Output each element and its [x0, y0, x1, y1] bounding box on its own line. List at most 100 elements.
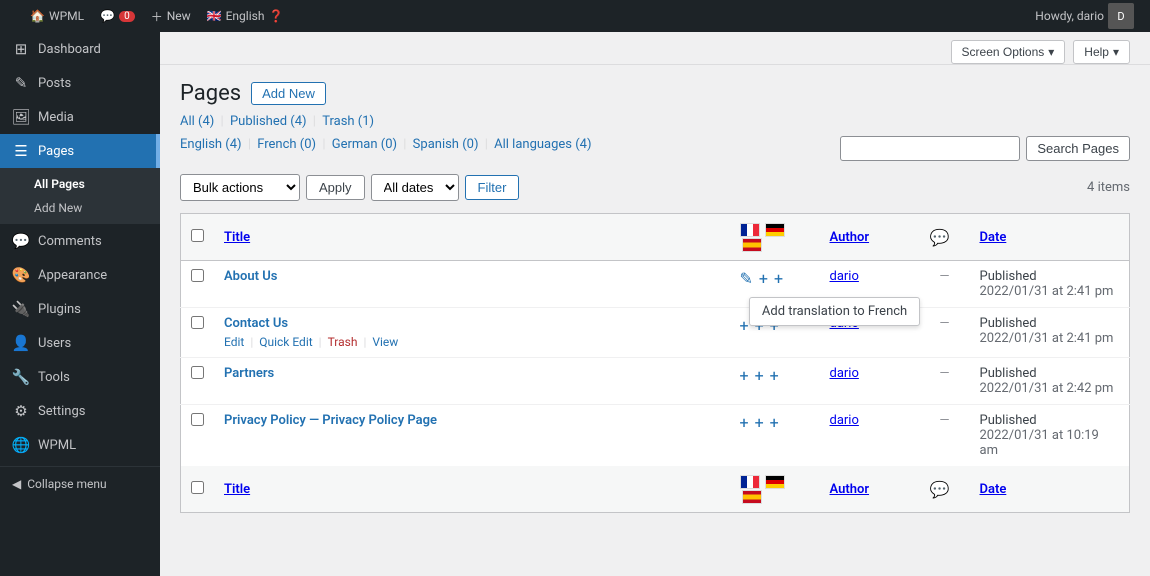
sidebar-item-wpml[interactable]: 🌐 WPML	[0, 428, 160, 462]
flags-container: ✎ + Add translation to French +	[740, 269, 810, 288]
tools-icon: 🔧	[12, 368, 30, 386]
sidebar-item-appearance[interactable]: 🎨 Appearance	[0, 258, 160, 292]
sidebar-item-pages[interactable]: ☰ Pages	[0, 134, 160, 168]
filter-all[interactable]: All (4)	[180, 114, 214, 129]
lang-filter-german[interactable]: German (0)	[332, 137, 397, 152]
row-checkbox[interactable]	[191, 413, 204, 426]
screen-options-button[interactable]: Screen Options ▾	[951, 40, 1066, 64]
lang-filter-all[interactable]: All languages (4)	[494, 137, 591, 152]
topbar-wpml-link[interactable]: 🏠 WPML	[24, 0, 90, 32]
row-comments-cell: —	[920, 405, 970, 467]
bulk-actions-select[interactable]: Bulk actions	[180, 174, 300, 201]
collapse-menu-btn[interactable]: ◀ Collapse menu	[0, 466, 160, 501]
author-link[interactable]: dario	[830, 269, 859, 284]
row-checkbox-cell	[181, 308, 215, 358]
header-author-link[interactable]: Author	[830, 230, 870, 245]
content-area: Pages Add New All (4) | Published (4) | …	[160, 65, 1150, 529]
sidebar-item-media[interactable]: 🖼 Media	[0, 100, 160, 134]
main-header: Screen Options ▾ Help ▾	[160, 32, 1150, 65]
date-value: Published 2022/01/31 at 2:41 pm	[980, 316, 1120, 346]
footer-author-link[interactable]: Author	[830, 482, 870, 497]
sidebar-item-settings[interactable]: ⚙ Settings	[0, 394, 160, 428]
search-input[interactable]	[840, 136, 1020, 161]
comments-icon: 💬	[12, 232, 30, 250]
sidebar-sub-all-pages[interactable]: All Pages	[0, 172, 160, 196]
add-trans-de[interactable]: +	[755, 366, 764, 385]
filter-trash[interactable]: Trash (1)	[322, 114, 374, 129]
footer-date-link[interactable]: Date	[980, 482, 1007, 497]
sidebar-item-wpml-label: WPML	[38, 438, 76, 453]
topbar-language-link[interactable]: 🇬🇧 English ❓	[201, 0, 290, 32]
help-button[interactable]: Help ▾	[1073, 40, 1130, 64]
layout: ⊞ Dashboard ✎ Posts 🖼 Media ☰ Pages All …	[0, 32, 1150, 576]
add-trans-fr[interactable]: +	[740, 413, 749, 432]
search-pages-button[interactable]: Search Pages	[1026, 136, 1130, 161]
add-translation-fr-btn[interactable]: +	[740, 316, 749, 335]
tooltip-add-translation-fr: Add translation to French	[749, 297, 920, 326]
topbar-new-link[interactable]: ＋ New	[145, 0, 197, 32]
french-flag-footer	[740, 475, 760, 489]
sidebar-item-users[interactable]: 👤 Users	[0, 326, 160, 360]
sidebar-item-dashboard[interactable]: ⊞ Dashboard	[0, 32, 160, 66]
row-checkbox[interactable]	[191, 316, 204, 329]
row-checkbox[interactable]	[191, 269, 204, 282]
select-all-footer-checkbox[interactable]	[191, 481, 204, 494]
dates-filter-select[interactable]: All dates	[371, 174, 459, 201]
add-trans-es[interactable]: +	[770, 366, 779, 385]
row-checkbox-cell	[181, 405, 215, 467]
help-label: Help	[1084, 45, 1109, 59]
topbar-comments-link[interactable]: 💬 0	[94, 0, 141, 32]
select-all-checkbox[interactable]	[191, 229, 204, 242]
lang-filter-spanish[interactable]: Spanish (0)	[413, 137, 479, 152]
add-translation-es-icon[interactable]: +	[774, 269, 783, 288]
row-date-cell: Published 2022/01/31 at 2:41 pm	[970, 261, 1130, 308]
author-link[interactable]: dario	[830, 366, 859, 381]
lang-filter-english[interactable]: English (4)	[180, 137, 242, 152]
header-title-link[interactable]: Title	[224, 230, 250, 245]
page-title-link[interactable]: About Us	[224, 269, 277, 284]
author-link[interactable]: dario	[830, 413, 859, 428]
sidebar-item-comments[interactable]: 💬 Comments	[0, 224, 160, 258]
add-translation-fr-icon[interactable]: +	[759, 269, 768, 288]
filter-published[interactable]: Published (4)	[230, 114, 307, 129]
topbar: W 🏠 WPML 💬 0 ＋ New 🇬🇧 English ❓ Howdy, d…	[0, 0, 1150, 32]
home-icon: 🏠	[30, 9, 45, 23]
sidebar-item-appearance-label: Appearance	[38, 268, 107, 283]
comment-bubble-icon-footer: 💬	[930, 480, 950, 499]
edit-action[interactable]: Edit	[224, 335, 244, 349]
row-title-cell: About Us	[214, 261, 730, 308]
add-trans-de[interactable]: +	[755, 413, 764, 432]
sidebar-item-plugins[interactable]: 🔌 Plugins	[0, 292, 160, 326]
view-action[interactable]: View	[372, 335, 398, 349]
apply-button[interactable]: Apply	[306, 175, 365, 200]
page-title-link[interactable]: Privacy Policy — Privacy Policy Page	[224, 413, 437, 428]
date-value: Published 2022/01/31 at 2:42 pm	[980, 366, 1120, 396]
table-row: About Us ✎ + Add translation to French +	[181, 261, 1130, 308]
add-new-button[interactable]: Add New	[251, 82, 326, 105]
edit-translation-icon[interactable]: ✎	[740, 269, 753, 288]
page-title-link[interactable]: Contact Us	[224, 316, 288, 331]
pages-table: Title Author 💬	[180, 213, 1130, 513]
add-trans-fr[interactable]: +	[740, 366, 749, 385]
add-trans-es[interactable]: +	[770, 413, 779, 432]
row-checkbox[interactable]	[191, 366, 204, 379]
topbar-right: Howdy, dario D	[1027, 3, 1142, 29]
quick-edit-action[interactable]: Quick Edit	[259, 335, 312, 349]
header-date-link[interactable]: Date	[980, 230, 1007, 245]
sidebar-item-posts[interactable]: ✎ Posts	[0, 66, 160, 100]
table-footer: Title Author 💬	[181, 466, 1130, 513]
footer-flags	[730, 466, 820, 513]
trash-action[interactable]: Trash	[328, 335, 358, 349]
howdy-text: Howdy, dario D	[1027, 3, 1142, 29]
wp-logo-link[interactable]: W	[8, 0, 20, 32]
table-header-row: Title Author 💬	[181, 214, 1130, 261]
sidebar-item-tools[interactable]: 🔧 Tools	[0, 360, 160, 394]
german-flag-header	[765, 223, 785, 237]
sidebar-sub-add-new[interactable]: Add New	[0, 196, 160, 220]
page-title-link[interactable]: Partners	[224, 366, 274, 381]
row-comments-cell: —	[920, 358, 970, 405]
filter-button[interactable]: Filter	[465, 175, 520, 200]
footer-title-link[interactable]: Title	[224, 482, 250, 497]
lang-filter-french[interactable]: French (0)	[257, 137, 316, 152]
date-value: Published 2022/01/31 at 2:41 pm	[980, 269, 1120, 299]
